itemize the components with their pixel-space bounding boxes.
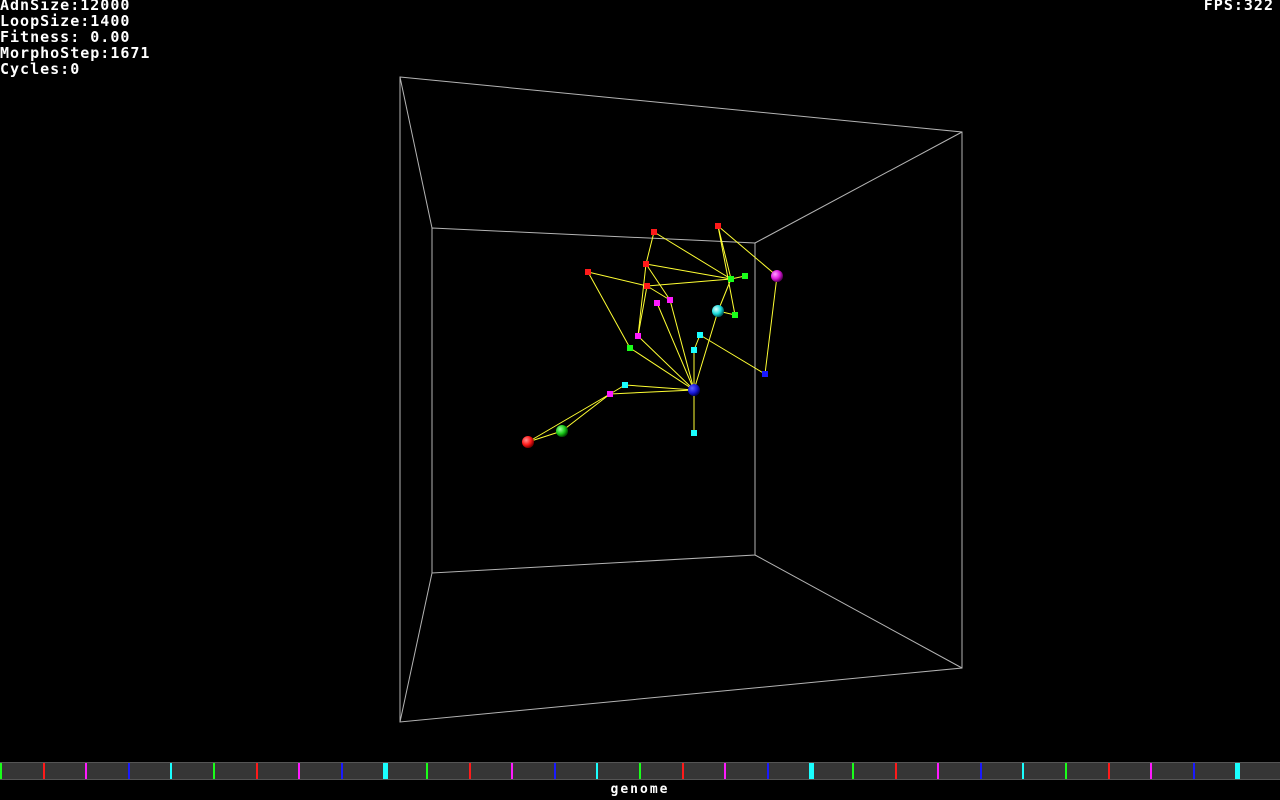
blue-gene-tick xyxy=(980,763,982,779)
loop-size-stat: LoopSize:1400 xyxy=(0,12,131,30)
fitness-stat: Fitness: 0.00 xyxy=(0,28,131,46)
green-gene-tick xyxy=(1065,763,1067,779)
red-gene-tick xyxy=(682,763,684,779)
green-ball-node[interactable] xyxy=(556,425,568,437)
red-gene-tick xyxy=(1108,763,1110,779)
cyan-gene-tick xyxy=(596,763,598,779)
magenta-gene-tick xyxy=(724,763,726,779)
red-cube-node[interactable] xyxy=(644,283,650,289)
cyan-cube-node[interactable] xyxy=(691,347,697,353)
creature-link xyxy=(646,285,671,301)
green-gene-tick xyxy=(213,763,215,779)
creature-link xyxy=(624,384,695,391)
magenta-cube-node[interactable] xyxy=(667,297,673,303)
green-cube-node[interactable] xyxy=(627,345,633,351)
green-gene-tick xyxy=(0,763,2,779)
magenta-gene-tick xyxy=(85,763,87,779)
green-cube-node[interactable] xyxy=(742,273,748,279)
creature-link xyxy=(587,271,648,287)
red-gene-tick xyxy=(469,763,471,779)
creature-link xyxy=(587,271,631,349)
creature-link xyxy=(609,389,695,395)
cyan-cube-node[interactable] xyxy=(697,332,703,338)
magenta-gene-tick xyxy=(1150,763,1152,779)
red-gene-tick xyxy=(256,763,258,779)
cyan-gene-tick xyxy=(383,763,388,779)
cycles-stat: Cycles:0 xyxy=(0,60,81,78)
blue-cube-node[interactable] xyxy=(762,371,768,377)
creature-link xyxy=(645,231,655,265)
simulation-viewport[interactable] xyxy=(0,0,1280,760)
creature-link xyxy=(764,275,778,375)
creature-links xyxy=(527,225,778,443)
creature-nodes xyxy=(522,223,783,448)
cyan-cube-node[interactable] xyxy=(691,430,697,436)
creature-link xyxy=(561,393,611,432)
green-gene-tick xyxy=(426,763,428,779)
morpho-step-stat: MorphoStep:1671 xyxy=(0,44,151,62)
creature-link xyxy=(693,310,719,391)
magenta-gene-tick xyxy=(511,763,513,779)
creature-link xyxy=(527,393,611,443)
green-gene-tick xyxy=(639,763,641,779)
fps-counter: FPS:322 xyxy=(1203,0,1274,14)
blue-gene-tick xyxy=(128,763,130,779)
green-gene-tick xyxy=(852,763,854,779)
cyan-gene-tick xyxy=(809,763,814,779)
box-depth-edge xyxy=(399,76,433,229)
box-depth-edge xyxy=(399,572,433,723)
blue-gene-tick xyxy=(1193,763,1195,779)
creature-link xyxy=(637,335,695,391)
red-cube-node[interactable] xyxy=(643,261,649,267)
cyan-cube-node[interactable] xyxy=(622,382,628,388)
magenta-cube-node[interactable] xyxy=(635,333,641,339)
cyan-gene-tick xyxy=(1022,763,1024,779)
blue-gene-tick xyxy=(554,763,556,779)
magenta-ball-node[interactable] xyxy=(771,270,783,282)
creature-link xyxy=(645,263,671,301)
cyan-gene-tick xyxy=(170,763,172,779)
magenta-cube-node[interactable] xyxy=(607,391,613,397)
red-cube-node[interactable] xyxy=(715,223,721,229)
creature-link xyxy=(656,302,695,391)
genome-label: genome xyxy=(610,782,670,797)
box-back-face xyxy=(431,227,756,574)
magenta-cube-node[interactable] xyxy=(654,300,660,306)
magenta-gene-tick xyxy=(298,763,300,779)
red-cube-node[interactable] xyxy=(651,229,657,235)
green-cube-node[interactable] xyxy=(728,276,734,282)
box-depth-edge xyxy=(754,554,963,669)
cyan-gene-tick xyxy=(1235,763,1240,779)
blue-gene-tick xyxy=(767,763,769,779)
arena-box xyxy=(399,76,963,723)
cyan-ball-node[interactable] xyxy=(712,305,724,317)
blue-ball-node[interactable] xyxy=(688,384,700,396)
box-depth-edge xyxy=(754,131,963,244)
genome-bar[interactable] xyxy=(0,762,1280,780)
red-cube-node[interactable] xyxy=(585,269,591,275)
creature-link xyxy=(717,225,736,316)
creature-link xyxy=(717,225,778,277)
blue-gene-tick xyxy=(341,763,343,779)
box-outer-edge xyxy=(399,76,963,723)
red-gene-tick xyxy=(895,763,897,779)
stats-panel: AdnSize:12000 LoopSize:1400 Fitness: 0.0… xyxy=(0,0,150,77)
green-cube-node[interactable] xyxy=(732,312,738,318)
red-ball-node[interactable] xyxy=(522,436,534,448)
magenta-gene-tick xyxy=(937,763,939,779)
red-gene-tick xyxy=(43,763,45,779)
